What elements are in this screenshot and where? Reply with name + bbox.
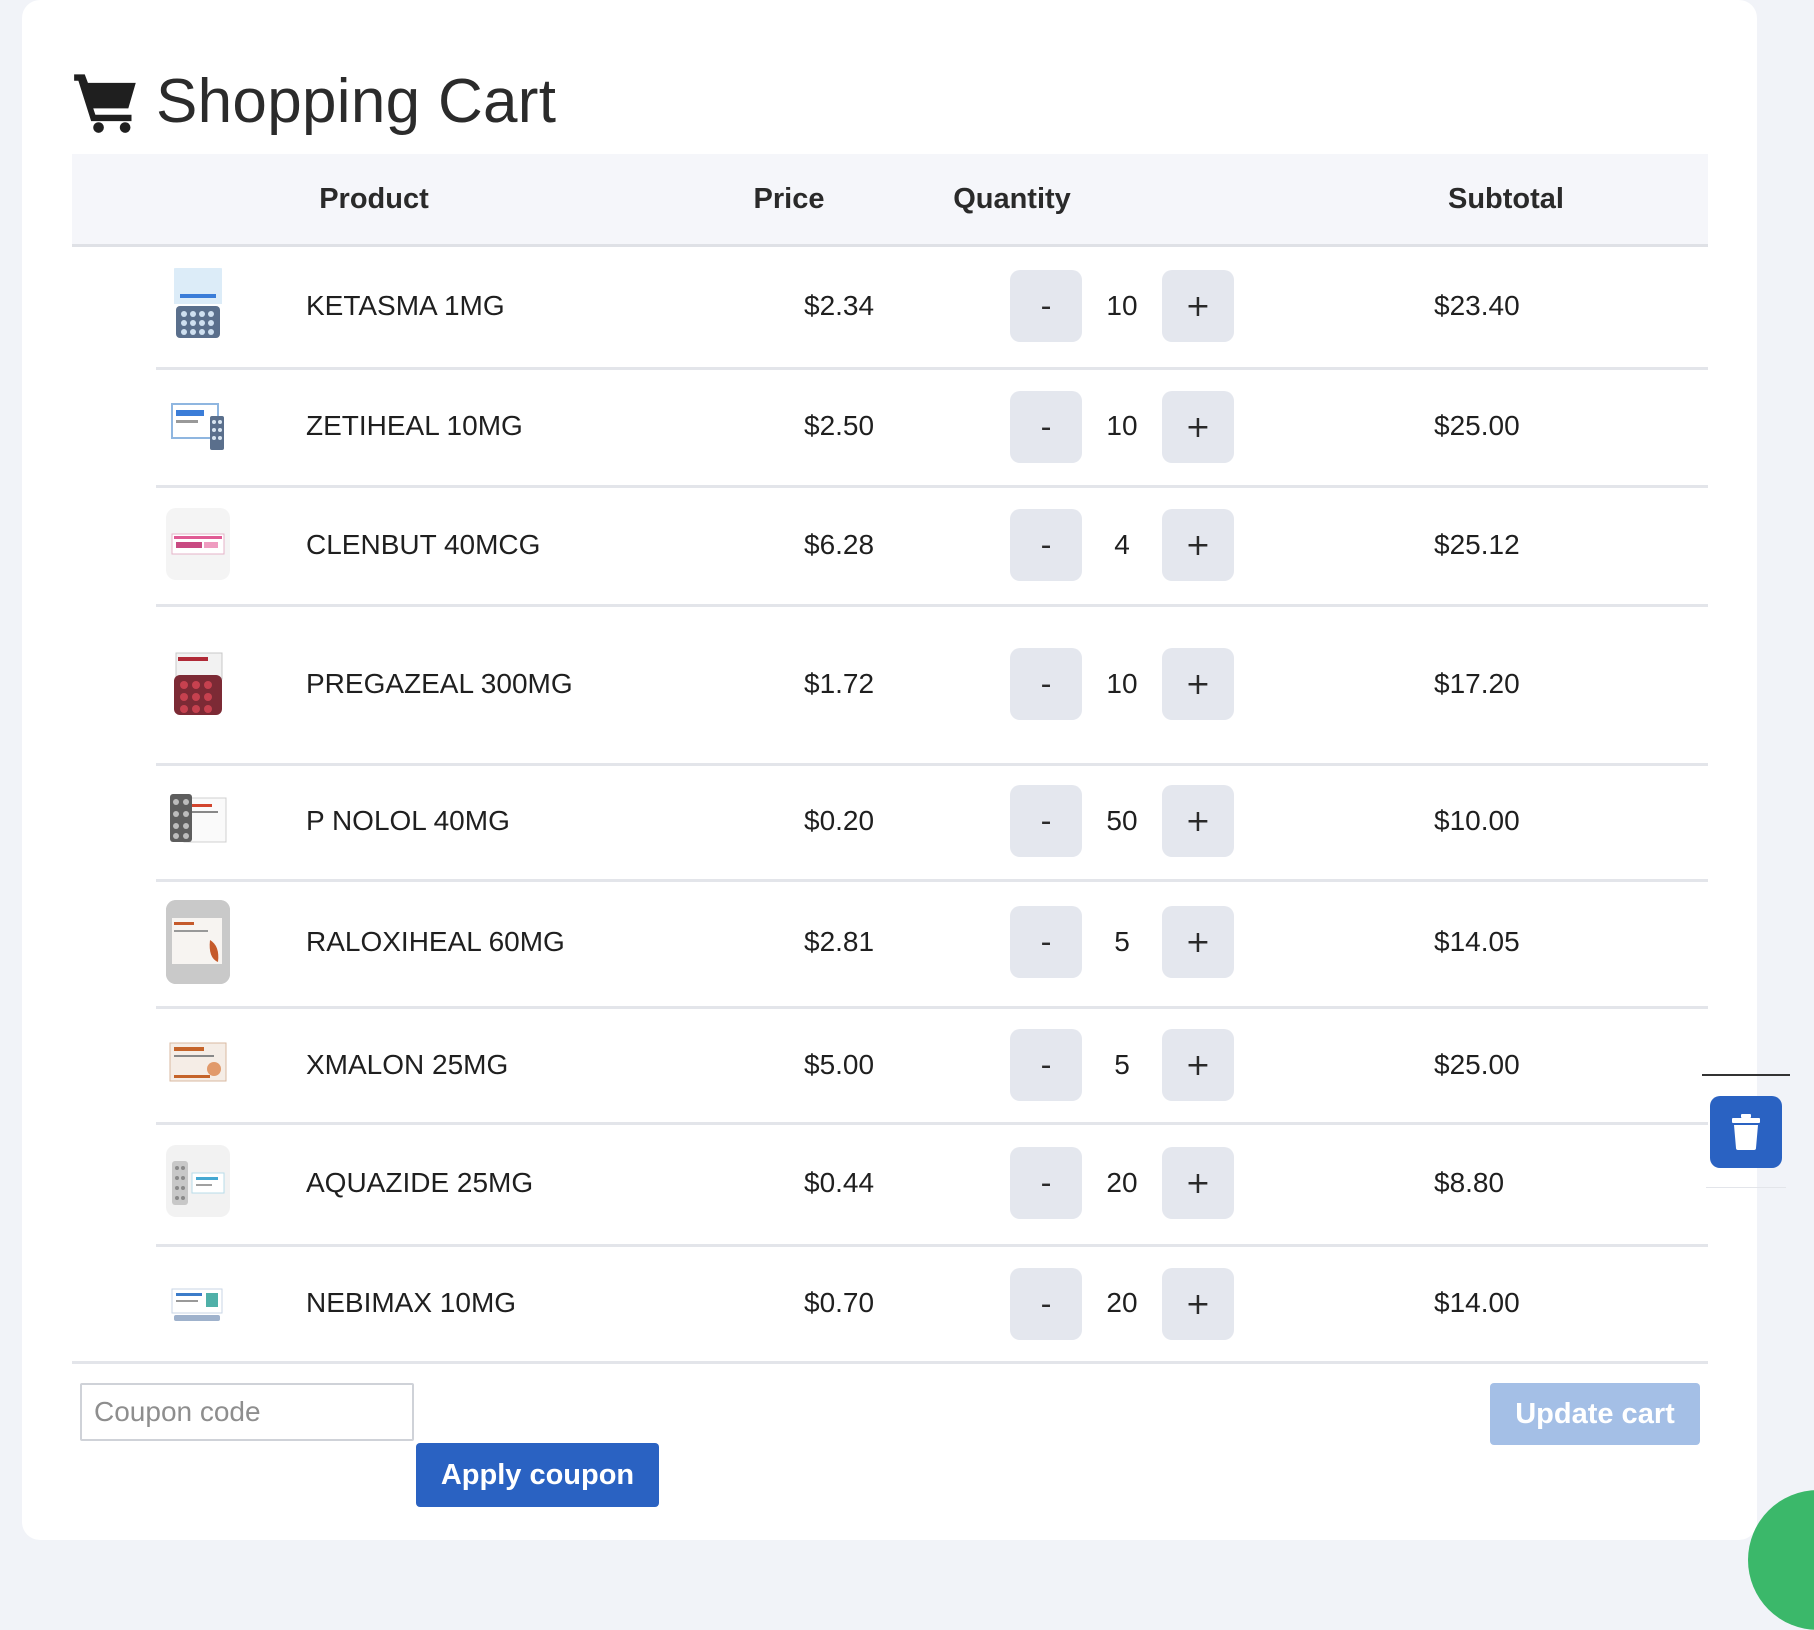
product-thumbnail[interactable] — [166, 268, 230, 340]
update-cart-button[interactable]: Update cart — [1490, 1383, 1700, 1445]
product-price: $2.50 — [804, 410, 875, 441]
divider — [1706, 1187, 1786, 1188]
product-price: $0.44 — [804, 1167, 875, 1198]
product-name[interactable]: KETASMA 1MG — [306, 290, 505, 322]
increase-quantity-button[interactable]: + — [1162, 1147, 1234, 1219]
decrease-quantity-button[interactable]: - — [1010, 1147, 1082, 1219]
product-price: $1.72 — [804, 668, 875, 699]
product-name[interactable]: P NOLOL 40MG — [306, 805, 510, 837]
table-row: XMALON 25MG $5.00 - 5 + $25.00 — [156, 1009, 1708, 1125]
increase-quantity-button[interactable]: + — [1162, 648, 1234, 720]
coupon-code-input[interactable] — [80, 1383, 414, 1441]
increase-quantity-button[interactable]: + — [1162, 509, 1234, 581]
product-price: $2.81 — [804, 926, 875, 957]
decrease-quantity-button[interactable]: - — [1010, 270, 1082, 342]
table-row: CLENBUT 40MCG $6.28 - 4 + $25.12 — [156, 488, 1708, 607]
decrease-quantity-button[interactable]: - — [1010, 906, 1082, 978]
product-subtotal: $10.00 — [1434, 805, 1520, 836]
decrease-quantity-button[interactable]: - — [1010, 648, 1082, 720]
quantity-value[interactable]: 4 — [1082, 529, 1162, 561]
decrease-quantity-button[interactable]: - — [1010, 391, 1082, 463]
table-row: P NOLOL 40MG $0.20 - 50 + $10.00 — [156, 766, 1708, 882]
product-box-icon — [171, 533, 225, 555]
product-thumbnail[interactable] — [166, 1267, 230, 1339]
quantity-value[interactable]: 10 — [1082, 290, 1162, 322]
quantity-value[interactable]: 50 — [1082, 805, 1162, 837]
product-name[interactable]: PREGAZEAL 300MG — [306, 668, 573, 700]
increase-quantity-button[interactable]: + — [1162, 906, 1234, 978]
cart-table-body: KETASMA 1MG $2.34 - 10 + $23.40 ZETIHEAL… — [0, 0, 1814, 1516]
product-thumbnail[interactable] — [166, 784, 230, 856]
product-subtotal: $25.00 — [1434, 410, 1520, 441]
increase-quantity-button[interactable]: + — [1162, 1268, 1234, 1340]
product-name[interactable]: RALOXIHEAL 60MG — [306, 926, 565, 958]
product-subtotal: $25.00 — [1434, 1049, 1520, 1080]
product-thumbnail[interactable] — [166, 649, 230, 721]
product-name[interactable]: CLENBUT 40MCG — [306, 529, 540, 561]
quantity-value[interactable]: 5 — [1082, 1049, 1162, 1081]
apply-coupon-button[interactable]: Apply coupon — [416, 1443, 659, 1507]
product-price: $0.70 — [804, 1287, 875, 1318]
product-price: $2.34 — [804, 290, 875, 321]
product-subtotal: $8.80 — [1434, 1167, 1505, 1198]
product-price: $0.20 — [804, 805, 875, 836]
remove-item-button[interactable] — [1710, 1096, 1782, 1168]
table-row: ZETIHEAL 10MG $2.50 - 10 + $25.00 — [156, 370, 1708, 488]
decrease-quantity-button[interactable]: - — [1010, 785, 1082, 857]
product-thumbnail[interactable] — [166, 900, 230, 984]
product-thumbnail[interactable] — [166, 1145, 230, 1217]
table-row: AQUAZIDE 25MG $0.44 - 20 + $8.80 — [156, 1125, 1708, 1247]
quantity-value[interactable]: 20 — [1082, 1287, 1162, 1319]
product-subtotal: $17.20 — [1434, 668, 1520, 699]
table-row: KETASMA 1MG $2.34 - 10 + $23.40 — [156, 246, 1708, 370]
product-thumbnail[interactable] — [166, 508, 230, 580]
decrease-quantity-button[interactable]: - — [1010, 1029, 1082, 1101]
product-name[interactable]: AQUAZIDE 25MG — [306, 1167, 533, 1199]
product-price: $6.28 — [804, 529, 875, 560]
product-price: $5.00 — [804, 1049, 875, 1080]
increase-quantity-button[interactable]: + — [1162, 391, 1234, 463]
increase-quantity-button[interactable]: + — [1162, 785, 1234, 857]
product-name[interactable]: NEBIMAX 10MG — [306, 1287, 516, 1319]
table-row: NEBIMAX 10MG $0.70 - 20 + $14.00 — [72, 1247, 1708, 1364]
decrease-quantity-button[interactable]: - — [1010, 509, 1082, 581]
product-name[interactable]: ZETIHEAL 10MG — [306, 410, 523, 442]
decrease-quantity-button[interactable]: - — [1010, 1268, 1082, 1340]
product-box-icon — [174, 268, 222, 338]
product-thumbnail[interactable] — [166, 390, 230, 462]
product-thumbnail[interactable] — [166, 1029, 230, 1101]
increase-quantity-button[interactable]: + — [1162, 1029, 1234, 1101]
product-box-icon — [174, 652, 223, 715]
product-box-icon — [172, 1161, 225, 1205]
divider — [1702, 1074, 1790, 1076]
product-subtotal: $23.40 — [1434, 290, 1520, 321]
quantity-value[interactable]: 10 — [1082, 668, 1162, 700]
table-row: RALOXIHEAL 60MG $2.81 - 5 + $14.05 — [156, 882, 1708, 1009]
product-box-icon — [171, 1288, 223, 1321]
product-box-icon — [170, 794, 227, 843]
table-row: PREGAZEAL 300MG $1.72 - 10 + $17.20 — [156, 607, 1708, 766]
quantity-value[interactable]: 5 — [1082, 926, 1162, 958]
product-box-icon — [166, 900, 230, 984]
quantity-value[interactable]: 20 — [1082, 1167, 1162, 1199]
trash-icon — [1732, 1114, 1760, 1150]
product-subtotal: $14.00 — [1434, 1287, 1520, 1318]
product-box-icon — [171, 403, 224, 450]
product-subtotal: $14.05 — [1434, 926, 1520, 957]
increase-quantity-button[interactable]: + — [1162, 270, 1234, 342]
product-box-icon — [169, 1042, 227, 1082]
quantity-value[interactable]: 10 — [1082, 410, 1162, 442]
product-name[interactable]: XMALON 25MG — [306, 1049, 508, 1081]
product-subtotal: $25.12 — [1434, 529, 1520, 560]
